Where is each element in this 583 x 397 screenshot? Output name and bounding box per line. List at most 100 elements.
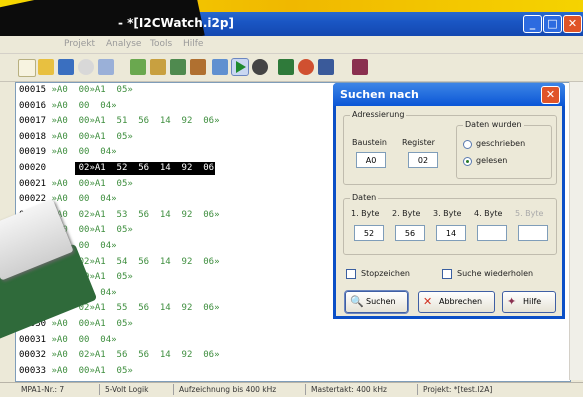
row-address: 00021 xyxy=(19,178,47,189)
repeat-search-label: Suche wiederholen xyxy=(457,269,534,278)
tool-icon[interactable] xyxy=(190,59,206,75)
help-button-label: Hilfe xyxy=(523,297,542,306)
row-data: »A0 02»A1 56 56 14 92 06» xyxy=(46,350,220,361)
status-recording: Aufzeichnung bis 400 kHz xyxy=(176,384,306,395)
record-icon[interactable] xyxy=(212,59,228,75)
row-data: »A0 00 04» xyxy=(46,100,117,111)
row-data: »A0 00»A1 05» xyxy=(46,131,133,142)
row-address: 00020 xyxy=(19,163,47,173)
log-row[interactable]: 00022 »A0 00 04» xyxy=(19,193,339,206)
byte1-label: 1. Byte xyxy=(351,209,380,218)
open-folder-icon[interactable] xyxy=(38,59,54,75)
data-direction-label: Daten wurden xyxy=(463,120,524,129)
status-bar: MPA1-Nr.: 7 5-Volt Logik Aufzeichnung bi… xyxy=(0,382,583,397)
log-row[interactable]: 00021 »A0 00»A1 05» xyxy=(19,178,339,191)
row-address: 00016 xyxy=(19,100,47,111)
data-group: Daten 1. Byte 2. Byte 3. Byte 4. Byte 5.… xyxy=(343,193,557,255)
cancel-button[interactable]: ✕ Abbrechen xyxy=(418,291,495,313)
zoom-icon[interactable] xyxy=(98,59,114,75)
save-icon[interactable] xyxy=(58,59,74,75)
new-file-icon[interactable] xyxy=(18,59,36,77)
byte3-label: 3. Byte xyxy=(433,209,462,218)
help-book-icon: ✦ xyxy=(507,295,517,308)
log-row[interactable]: 00030 »A0 00»A1 05» xyxy=(19,318,339,331)
export-icon[interactable] xyxy=(150,59,166,75)
written-label: geschrieben xyxy=(476,139,526,148)
play-icon[interactable] xyxy=(231,58,249,76)
byte2-label: 2. Byte xyxy=(392,209,421,218)
addressing-group: Adressierung Baustein A0 Register 02 Dat… xyxy=(343,110,557,185)
vertical-scrollbar[interactable] xyxy=(569,82,583,380)
row-data: »A0 02»A1 52 56 14 92 06» xyxy=(46,163,220,173)
help-icon[interactable] xyxy=(352,59,368,75)
addressing-label: Adressierung xyxy=(350,110,407,119)
register-field[interactable]: 02 xyxy=(408,152,438,168)
byte2-field[interactable]: 56 xyxy=(395,225,425,241)
import-icon[interactable] xyxy=(130,59,146,75)
row-data: »A0 00»A1 05» xyxy=(46,319,133,329)
log-row[interactable]: 00017 »A0 00»A1 51 56 14 92 06» xyxy=(19,115,339,128)
data-label: Daten xyxy=(350,193,379,202)
search-button[interactable]: 🔍 Suchen xyxy=(344,290,409,314)
repeat-search-checkbox[interactable] xyxy=(442,269,452,279)
row-data: »A0 00»A1 05» xyxy=(46,85,133,95)
menu-tools[interactable]: Tools xyxy=(150,39,172,49)
byte3-field[interactable]: 14 xyxy=(436,225,466,241)
cancel-button-label: Abbrechen xyxy=(439,297,483,306)
menu-projekt[interactable]: Projekt xyxy=(64,39,95,49)
menu-hilfe[interactable]: Hilfe xyxy=(183,39,203,49)
read-label: gelesen xyxy=(476,156,508,165)
search-icon[interactable] xyxy=(78,59,94,75)
maximize-button[interactable]: □ xyxy=(543,15,562,33)
settings-icon[interactable] xyxy=(298,59,314,75)
close-button[interactable]: ✕ xyxy=(563,15,582,33)
dialog-close-icon[interactable]: ✕ xyxy=(541,86,560,104)
log-row[interactable]: 00016 »A0 00 04» xyxy=(19,100,339,113)
status-project: Projekt: *[test.I2A] xyxy=(423,385,493,394)
row-data: »A0 02»A1 53 56 14 92 06» xyxy=(46,209,220,220)
log-row[interactable]: 00033 »A0 00»A1 05» xyxy=(19,365,339,378)
log-row[interactable]: 00015 »A0 00»A1 05» xyxy=(19,84,339,97)
minimize-button[interactable]: _ xyxy=(523,15,542,33)
byte5-label: 5. Byte xyxy=(515,209,544,218)
byte5-field[interactable] xyxy=(518,225,548,241)
dialog-title-bar: Suchen nach ✕ xyxy=(333,83,565,106)
cancel-x-icon: ✕ xyxy=(423,295,433,308)
read-radio[interactable] xyxy=(463,157,472,166)
row-address: 00031 xyxy=(19,334,47,345)
row-data: »A0 00»A1 05» xyxy=(46,365,133,376)
row-data: »A0 00»A1 51 56 14 92 06» xyxy=(46,116,220,127)
menu-analyse[interactable]: Analyse xyxy=(106,39,141,49)
device-field[interactable]: A0 xyxy=(356,152,386,168)
byte1-field[interactable]: 52 xyxy=(354,225,384,241)
row-address: 00015 xyxy=(19,85,47,95)
byte4-label: 4. Byte xyxy=(474,209,503,218)
log-row[interactable]: 00023 »A0 02»A1 53 56 14 92 06» xyxy=(19,209,339,222)
dialog-title: Suchen nach xyxy=(340,88,419,101)
byte4-field[interactable] xyxy=(477,225,507,241)
data-direction-group: Daten wurden geschrieben gelesen xyxy=(456,120,552,179)
log-row[interactable]: 00019 »A0 00 04» xyxy=(19,146,339,159)
help-button[interactable]: ✦ Hilfe xyxy=(502,291,556,313)
stop-icon[interactable] xyxy=(252,59,268,75)
written-radio[interactable] xyxy=(463,140,472,149)
row-data: »A0 00 04» xyxy=(46,334,117,345)
row-address: 00018 xyxy=(19,131,47,142)
search-dialog: Suchen nach ✕ Adressierung Baustein A0 R… xyxy=(333,83,565,319)
monitor-icon[interactable] xyxy=(318,59,334,75)
menu-bar: Projekt Analyse Tools Hilfe xyxy=(0,36,583,54)
row-address: 00017 xyxy=(19,116,47,127)
window-title: - *[I2CWatch.i2p] xyxy=(118,16,234,30)
transfer-icon[interactable] xyxy=(170,59,186,75)
log-row[interactable]: 00032 »A0 02»A1 56 56 14 92 06» xyxy=(19,349,339,362)
log-row[interactable]: 00020 »A0 02»A1 52 56 14 92 06» xyxy=(19,162,339,175)
chip-icon[interactable] xyxy=(278,59,294,75)
toolbar xyxy=(0,54,583,82)
stop-checkbox[interactable] xyxy=(346,269,356,279)
log-row[interactable]: 00031 »A0 00 04» xyxy=(19,334,339,347)
log-row[interactable]: 00018 »A0 00»A1 05» xyxy=(19,131,339,144)
row-data: »A0 00»A1 05» xyxy=(46,178,133,189)
row-address: 00032 xyxy=(19,350,47,361)
play-triangle-icon xyxy=(236,61,246,73)
stop-label: Stopzeichen xyxy=(361,269,410,278)
